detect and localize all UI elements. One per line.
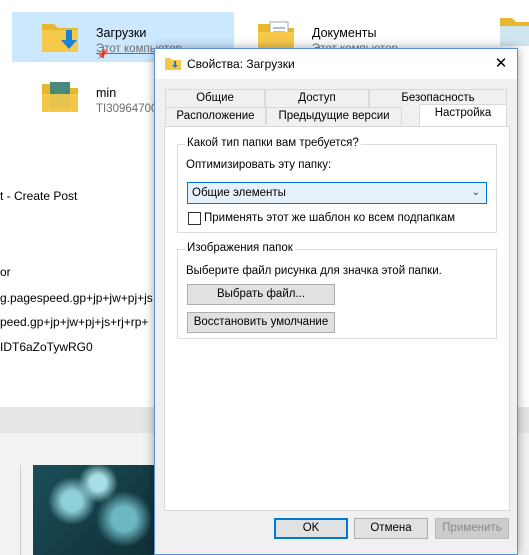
folder-type-legend: Какой тип папки вам требуется? [185,137,361,149]
recent-file-item[interactable]: t - Create Post [0,189,77,203]
apply-subfolders-checkbox[interactable] [188,212,201,225]
folder-images-group: Изображения папок Выберите файл рисунка … [177,242,497,339]
properties-dialog: Свойства: Загрузки ✕ Общие Доступ Безопа… [154,48,518,555]
tab-previous-versions[interactable]: Предыдущие версии [266,107,402,125]
folder-type-group: Какой тип папки вам требуется? Оптимизир… [177,137,497,233]
recent-files-list: t - Create Post or g.pagespeed.gp+jp+jw+… [0,162,160,412]
apply-button[interactable]: Применить [435,518,509,539]
recent-file-item[interactable]: or [0,265,11,279]
choose-file-button[interactable]: Выбрать файл... [187,284,335,305]
folder-images-legend: Изображения папок [185,242,295,254]
dialog-titlebar[interactable]: Свойства: Загрузки ✕ [155,49,517,79]
background-photo-thumbnail [33,465,163,555]
chevron-down-icon: ⌄ [471,187,480,198]
divider [20,465,21,555]
customize-tab-panel: Какой тип папки вам требуется? Оптимизир… [164,126,510,511]
pin-icon: 📌 [96,50,109,61]
quick-access-name: Загрузки [96,26,147,40]
tab-general[interactable]: Общие [165,89,265,107]
apply-subfolders-label: Применять этот же шаблон ко всем подпапк… [204,212,456,224]
tab-customize[interactable]: Настройка [419,104,507,126]
quick-access-min[interactable]: min TI30964700A [12,72,165,122]
quick-access-name: min [96,86,117,100]
quick-access-name: Документы [312,26,377,40]
tab-location[interactable]: Расположение [165,107,266,125]
folder-type-selected-value: Общие элементы [192,187,286,199]
close-button[interactable]: ✕ [485,49,517,79]
recent-file-item[interactable]: g.pagespeed.gp+jp+jw+pj+js [0,291,153,305]
dialog-title: Свойства: Загрузки [187,57,295,71]
ok-button[interactable]: OK [274,518,348,539]
recent-file-item[interactable]: IDT6aZoTywRG0 [0,340,93,354]
folder-download-icon [165,58,181,70]
tab-sharing[interactable]: Доступ [265,89,369,107]
image-folder-icon [42,82,78,112]
folder-type-dropdown[interactable]: Общие элементы ⌄ [187,182,487,204]
cancel-button[interactable]: Отмена [354,518,428,539]
recent-file-item[interactable]: peed.gp+jp+jw+pj+js+rj+rp+ [0,315,148,329]
optimize-folder-label: Оптимизировать эту папку: [186,159,332,171]
folder-images-description: Выберите файл рисунка для значка этой па… [186,265,442,277]
restore-default-button[interactable]: Восстановить умолчание [187,312,335,333]
partial-folder-icon [500,18,529,46]
downloads-folder-icon [42,24,78,52]
